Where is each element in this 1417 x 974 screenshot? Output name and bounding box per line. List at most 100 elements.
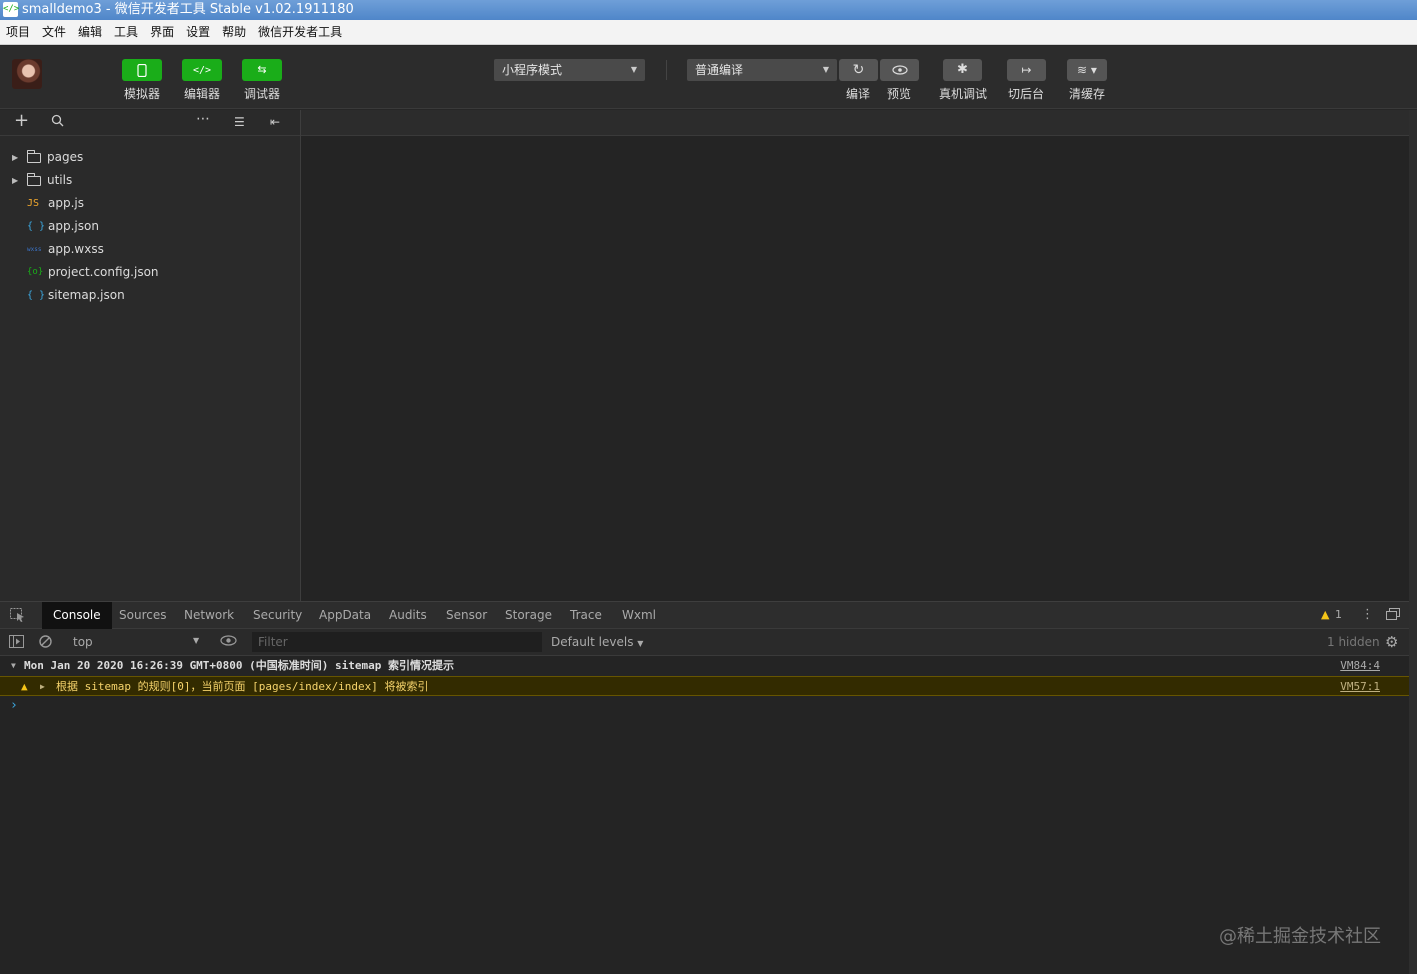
tab-security[interactable]: Security <box>242 602 313 629</box>
mode-select[interactable]: 小程序模式 ▼ <box>494 59 645 81</box>
editor-tab-strip <box>301 110 1409 136</box>
file-explorer-toolbar: + ⋯ ☰ ⇤ <box>0 110 300 136</box>
warning-count: 1 <box>1335 608 1342 621</box>
log-message: Mon Jan 20 2020 16:26:39 GMT+0800 (中国标准时… <box>24 659 455 672</box>
hidden-count: 1 hidden <box>1327 635 1380 649</box>
gear-icon[interactable]: ⚙ <box>1385 633 1398 651</box>
clear-cache-label: 清缓存 <box>1068 87 1105 101</box>
tree-item-label: sitemap.json <box>48 288 125 302</box>
add-file-icon[interactable]: + <box>14 110 29 131</box>
layers-icon: ≋ ▾ <box>1077 63 1097 77</box>
menu-item-help[interactable]: 帮助 <box>222 20 246 45</box>
menu-item-settings[interactable]: 设置 <box>186 20 210 45</box>
file-tree: ▶ pages ▶ utils JS app.js { } app.json w… <box>0 136 300 307</box>
compile-mode-select[interactable]: 普通编译 ▼ <box>687 59 837 81</box>
swap-icon: ⇆ <box>257 63 267 76</box>
toggle-sidebar-icon[interactable] <box>9 635 24 651</box>
json-file-icon: { } <box>27 221 46 232</box>
chevron-right-icon: ▶ <box>12 176 19 185</box>
tree-folder-utils[interactable]: ▶ utils <box>0 169 300 192</box>
log-source-link[interactable]: VM57:1 <box>1340 677 1380 697</box>
tree-folder-pages[interactable]: ▶ pages <box>0 146 300 169</box>
menu-item-file[interactable]: 文件 <box>42 20 66 45</box>
console-log-group[interactable]: ▼ Mon Jan 20 2020 16:26:39 GMT+0800 (中国标… <box>0 656 1409 676</box>
tree-item-label: project.config.json <box>48 265 159 279</box>
tree-file-app-json[interactable]: { } app.json <box>0 215 300 238</box>
simulator-button[interactable] <box>122 59 162 81</box>
preview-button[interactable] <box>880 59 919 81</box>
title-bar: </> smalldemo3 - 微信开发者工具 Stable v1.02.19… <box>0 0 1417 20</box>
remote-debug-label: 真机调试 <box>938 87 987 101</box>
more-icon[interactable]: ⋯ <box>196 111 210 127</box>
background-label: 切后台 <box>1007 87 1044 101</box>
log-source-link[interactable]: VM84:4 <box>1340 656 1380 676</box>
window-scrollbar[interactable] <box>1409 110 1417 974</box>
main-toolbar: 模拟器 </> 编辑器 ⇆ 调试器 小程序模式 ▼ 普通编译 ▼ ↻ 编译 预览… <box>0 46 1417 109</box>
clear-cache-button[interactable]: ≋ ▾ <box>1067 59 1107 81</box>
editor-area[interactable] <box>301 110 1409 601</box>
tab-wxml[interactable]: Wxml <box>611 602 667 629</box>
console-filter-input[interactable]: Filter <box>252 632 542 652</box>
app-icon: </> <box>3 2 19 17</box>
devtools-panel: Console Sources Network Security AppData… <box>0 601 1409 974</box>
menu-item-edit[interactable]: 编辑 <box>78 20 102 45</box>
compile-mode-value: 普通编译 <box>695 63 744 77</box>
tab-trace[interactable]: Trace <box>559 602 613 629</box>
devtools-tab-bar: Console Sources Network Security AppData… <box>0 602 1409 629</box>
tab-sources[interactable]: Sources <box>108 602 177 629</box>
tab-audits[interactable]: Audits <box>378 602 438 629</box>
tree-item-label: app.json <box>48 219 99 233</box>
compile-button[interactable]: ↻ <box>839 59 878 81</box>
js-file-icon: JS <box>27 198 40 209</box>
hide-panel-icon[interactable]: ⇤ <box>270 115 280 129</box>
search-icon[interactable] <box>51 114 64 131</box>
log-levels-select[interactable]: Default levels ▼ <box>551 635 643 649</box>
tree-file-project-config[interactable]: {o} project.config.json <box>0 261 300 284</box>
warning-icon[interactable]: ▲ <box>1321 608 1329 621</box>
bug-icon: ✱ <box>957 62 968 77</box>
switch-background-icon: ↦ <box>1021 63 1032 77</box>
tree-file-sitemap-json[interactable]: { } sitemap.json <box>0 284 300 307</box>
chevron-right-icon: ▶ <box>40 682 45 691</box>
menu-item-view[interactable]: 界面 <box>150 20 174 45</box>
chevron-down-icon: ▼ <box>11 661 16 670</box>
menu-bar: 项目 文件 编辑 工具 界面 设置 帮助 微信开发者工具 <box>0 20 1417 45</box>
chevron-down-icon: ▼ <box>193 636 200 645</box>
more-vertical-icon[interactable]: ⋮ <box>1361 607 1374 622</box>
debugger-button[interactable]: ⇆ <box>242 59 282 81</box>
inspect-element-icon[interactable] <box>10 608 25 625</box>
eye-icon[interactable] <box>220 635 237 649</box>
tree-item-label: pages <box>47 150 84 164</box>
log-levels-value: Default levels <box>551 635 634 649</box>
console-prompt[interactable]: › <box>0 696 1409 716</box>
tree-file-app-js[interactable]: JS app.js <box>0 192 300 215</box>
file-explorer: + ⋯ ☰ ⇤ ▶ pages ▶ utils JS app.js { } ap… <box>0 110 301 601</box>
clear-console-icon[interactable] <box>39 635 52 651</box>
menu-item-tools[interactable]: 工具 <box>114 20 138 45</box>
tree-file-app-wxss[interactable]: wxss app.wxss <box>0 238 300 261</box>
tab-storage[interactable]: Storage <box>494 602 563 629</box>
background-button[interactable]: ↦ <box>1007 59 1046 81</box>
folder-icon <box>27 173 41 186</box>
collapse-all-icon[interactable]: ☰ <box>234 115 245 129</box>
prompt-caret: › <box>10 698 18 713</box>
remote-debug-button[interactable]: ✱ <box>943 59 982 81</box>
tree-item-label: app.js <box>48 196 84 210</box>
console-warning-row[interactable]: ▲ ▶ 根据 sitemap 的规则[0]，当前页面 [pages/index/… <box>0 676 1409 696</box>
avatar[interactable] <box>12 59 42 89</box>
undock-icon[interactable] <box>1386 608 1400 623</box>
tab-sensor[interactable]: Sensor <box>435 602 498 629</box>
chevron-down-icon: ▼ <box>637 639 644 648</box>
tab-appdata[interactable]: AppData <box>308 602 382 629</box>
editor-button[interactable]: </> <box>182 59 222 81</box>
context-select-value[interactable]: top <box>73 635 93 649</box>
toolbar-divider <box>666 60 667 80</box>
window-title: smalldemo3 - 微信开发者工具 Stable v1.02.191118… <box>22 2 354 17</box>
eye-icon <box>891 65 908 75</box>
tab-network[interactable]: Network <box>173 602 245 629</box>
tree-item-label: utils <box>47 173 73 187</box>
menu-item-project[interactable]: 项目 <box>6 20 30 45</box>
tab-console[interactable]: Console <box>42 602 112 629</box>
console-filter-placeholder: Filter <box>258 635 288 649</box>
menu-item-wechat-devtools[interactable]: 微信开发者工具 <box>258 20 342 45</box>
